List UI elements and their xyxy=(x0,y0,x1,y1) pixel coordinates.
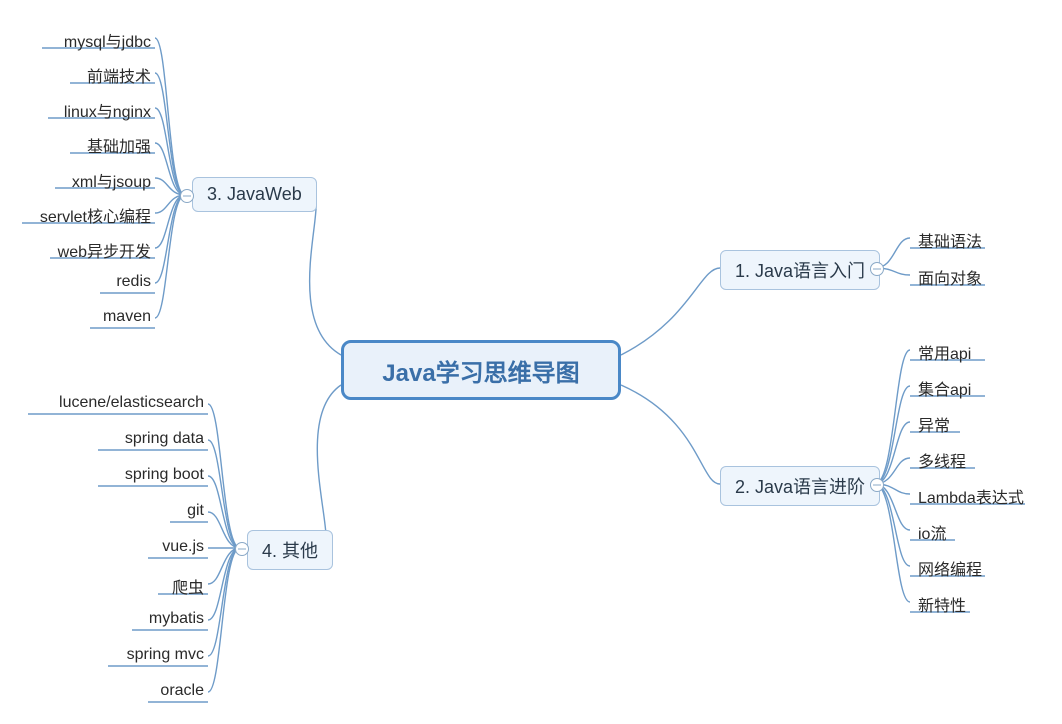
leaf-label: spring boot xyxy=(125,466,204,483)
leaf-label: 新特性 xyxy=(918,598,966,615)
leaf-label: 常用api xyxy=(918,346,971,363)
leaf-label: xml与jsoup xyxy=(72,174,151,191)
root-node[interactable]: Java学习思维导图 xyxy=(341,340,621,400)
leaf-label: oracle xyxy=(160,682,204,699)
leaf-node[interactable]: mybatis xyxy=(145,608,208,630)
leaf-label: 基础加强 xyxy=(87,139,151,156)
leaf-node[interactable]: xml与jsoup xyxy=(68,166,155,194)
leaf-node[interactable]: git xyxy=(183,500,208,522)
leaf-node[interactable]: 常用api xyxy=(914,338,975,366)
branch-label: 4. 其他 xyxy=(262,537,318,563)
leaf-node[interactable]: 新特性 xyxy=(914,590,970,618)
leaf-node[interactable]: lucene/elasticsearch xyxy=(55,392,208,414)
leaf-node[interactable]: spring data xyxy=(121,428,208,450)
leaf-label: 异常 xyxy=(918,418,950,435)
leaf-node[interactable]: io流 xyxy=(914,518,950,546)
leaf-node[interactable]: vue.js xyxy=(158,536,208,558)
leaf-node[interactable]: 基础加强 xyxy=(83,131,155,159)
leaf-node[interactable]: spring boot xyxy=(121,464,208,486)
expand-toggle-icon[interactable] xyxy=(180,189,194,203)
leaf-label: 前端技术 xyxy=(87,69,151,86)
leaf-label: spring data xyxy=(125,430,204,447)
leaf-label: 网络编程 xyxy=(918,562,982,579)
leaf-node[interactable]: 网络编程 xyxy=(914,554,986,582)
branch-java-advanced[interactable]: 2. Java语言进阶 xyxy=(720,466,880,506)
leaf-node[interactable]: 多线程 xyxy=(914,446,970,474)
leaf-label: web异步开发 xyxy=(58,244,151,261)
leaf-label: Lambda表达式 xyxy=(918,490,1024,507)
mindmap-canvas: Java学习思维导图 1. Java语言入门 2. Java语言进阶 3. Ja… xyxy=(0,0,1062,724)
root-title: Java学习思维导图 xyxy=(382,353,579,388)
leaf-node[interactable]: maven xyxy=(99,306,155,328)
expand-toggle-icon[interactable] xyxy=(870,262,884,276)
expand-toggle-icon[interactable] xyxy=(870,478,884,492)
leaf-node[interactable]: 集合api xyxy=(914,374,975,402)
leaf-label: mybatis xyxy=(149,610,204,627)
leaf-node[interactable]: linux与nginx xyxy=(60,96,155,124)
leaf-node[interactable]: mysql与jdbc xyxy=(60,26,155,54)
leaf-label: 多线程 xyxy=(918,454,966,471)
branch-label: 2. Java语言进阶 xyxy=(735,473,865,499)
leaf-label: servlet核心编程 xyxy=(40,209,151,226)
leaf-label: maven xyxy=(103,308,151,325)
leaf-label: io流 xyxy=(918,526,946,543)
branch-other[interactable]: 4. 其他 xyxy=(247,530,333,570)
leaf-label: spring mvc xyxy=(127,646,204,663)
branch-label: 1. Java语言入门 xyxy=(735,257,865,283)
leaf-node[interactable]: 前端技术 xyxy=(83,61,155,89)
leaf-node[interactable]: redis xyxy=(112,271,155,293)
leaf-label: linux与nginx xyxy=(64,104,151,121)
leaf-label: vue.js xyxy=(162,538,204,555)
leaf-node[interactable]: Lambda表达式 xyxy=(914,482,1028,510)
leaf-node[interactable]: web异步开发 xyxy=(54,236,155,264)
leaf-node[interactable]: oracle xyxy=(156,680,208,702)
leaf-label: 爬虫 xyxy=(172,580,204,597)
branch-javaweb[interactable]: 3. JavaWeb xyxy=(192,177,317,212)
leaf-node[interactable]: spring mvc xyxy=(123,644,208,666)
leaf-node[interactable]: 异常 xyxy=(914,410,954,438)
leaf-label: 基础语法 xyxy=(918,234,982,251)
branch-label: 3. JavaWeb xyxy=(207,184,302,205)
leaf-label: redis xyxy=(116,273,151,290)
leaf-label: 集合api xyxy=(918,382,971,399)
leaf-label: 面向对象 xyxy=(918,271,982,288)
leaf-label: git xyxy=(187,502,204,519)
leaf-node[interactable]: 面向对象 xyxy=(914,263,986,291)
leaf-node[interactable]: 爬虫 xyxy=(168,572,208,600)
branch-java-basics[interactable]: 1. Java语言入门 xyxy=(720,250,880,290)
leaf-node[interactable]: 基础语法 xyxy=(914,226,986,254)
leaf-label: mysql与jdbc xyxy=(64,34,151,51)
expand-toggle-icon[interactable] xyxy=(235,542,249,556)
leaf-label: lucene/elasticsearch xyxy=(59,394,204,411)
leaf-node[interactable]: servlet核心编程 xyxy=(36,201,155,229)
